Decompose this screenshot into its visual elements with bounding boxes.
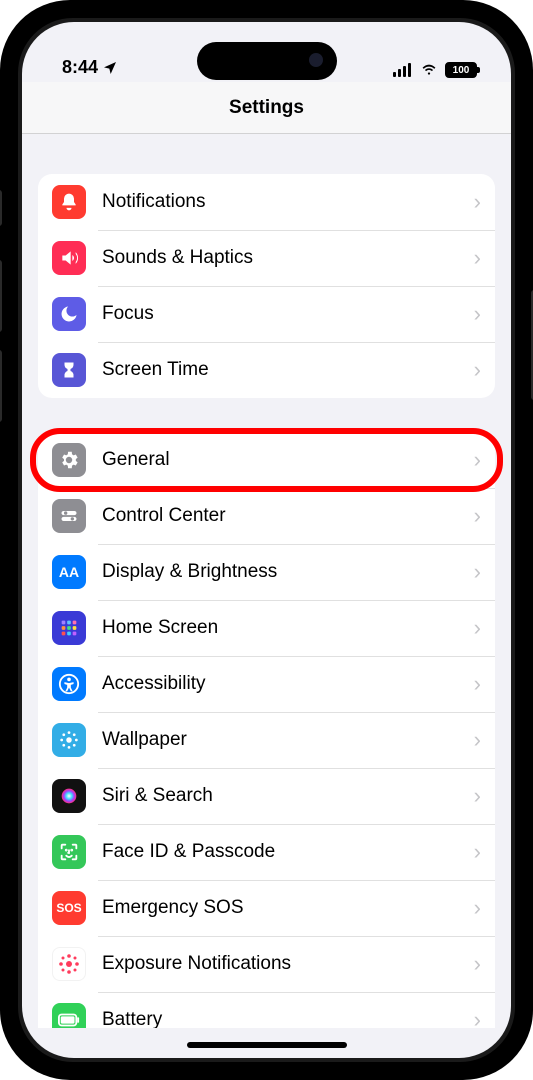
volume-down-button — [0, 350, 2, 422]
sos-icon: SOS — [52, 891, 86, 925]
settings-section: General › Control Center › AA Display & … — [38, 432, 495, 1028]
row-accessibility[interactable]: Accessibility › — [38, 656, 495, 712]
row-label: General — [102, 449, 468, 471]
row-label: Control Center — [102, 505, 468, 527]
exposure-icon — [52, 947, 86, 981]
chevron-right-icon: › — [474, 357, 481, 383]
screen: 8:44 — [22, 22, 511, 1058]
row-exposure-notifications[interactable]: Exposure Notifications › — [38, 936, 495, 992]
row-general[interactable]: General › — [38, 432, 495, 488]
row-label: Notifications — [102, 191, 468, 213]
row-label: Sounds & Haptics — [102, 247, 468, 269]
notifications-icon — [52, 185, 86, 219]
chevron-right-icon: › — [474, 503, 481, 529]
chevron-right-icon: › — [474, 615, 481, 641]
chevron-right-icon: › — [474, 839, 481, 865]
row-label: Siri & Search — [102, 785, 468, 807]
phone-frame: 8:44 — [0, 0, 533, 1080]
focus-icon — [52, 297, 86, 331]
row-face-id-passcode[interactable]: Face ID & Passcode › — [38, 824, 495, 880]
wallpaper-icon — [52, 723, 86, 757]
screen-time-icon — [52, 353, 86, 387]
chevron-right-icon: › — [474, 1007, 481, 1028]
siri-icon — [52, 779, 86, 813]
row-label: Screen Time — [102, 359, 468, 381]
chevron-right-icon: › — [474, 783, 481, 809]
row-label: Wallpaper — [102, 729, 468, 751]
display-icon: AA — [52, 555, 86, 589]
chevron-right-icon: › — [474, 559, 481, 585]
battery-icon: 100 — [445, 62, 477, 78]
location-icon — [102, 60, 118, 76]
battery-level: 100 — [453, 65, 470, 76]
row-label: Display & Brightness — [102, 561, 468, 583]
row-battery[interactable]: Battery › — [38, 992, 495, 1028]
general-icon — [52, 443, 86, 477]
chevron-right-icon: › — [474, 671, 481, 697]
face-id-icon — [52, 835, 86, 869]
page-title: Settings — [229, 97, 304, 119]
home-screen-icon — [52, 611, 86, 645]
chevron-right-icon: › — [474, 447, 481, 473]
settings-list[interactable]: Notifications › Sounds & Haptics › — [22, 134, 511, 1028]
mute-switch — [0, 190, 2, 226]
chevron-right-icon: › — [474, 189, 481, 215]
row-emergency-sos[interactable]: SOS Emergency SOS › — [38, 880, 495, 936]
row-sounds-haptics[interactable]: Sounds & Haptics › — [38, 230, 495, 286]
accessibility-icon — [52, 667, 86, 701]
row-label: Face ID & Passcode — [102, 841, 468, 863]
nav-header: Settings — [22, 82, 511, 134]
chevron-right-icon: › — [474, 727, 481, 753]
row-label: Accessibility — [102, 673, 468, 695]
battery-row-icon — [52, 1003, 86, 1028]
chevron-right-icon: › — [474, 301, 481, 327]
row-label: Exposure Notifications — [102, 953, 468, 975]
row-siri-search[interactable]: Siri & Search › — [38, 768, 495, 824]
sounds-icon — [52, 241, 86, 275]
row-control-center[interactable]: Control Center › — [38, 488, 495, 544]
row-label: Battery — [102, 1009, 468, 1028]
chevron-right-icon: › — [474, 245, 481, 271]
row-screen-time[interactable]: Screen Time › — [38, 342, 495, 398]
cellular-icon — [393, 63, 413, 77]
status-time: 8:44 — [62, 57, 98, 78]
volume-up-button — [0, 260, 2, 332]
dynamic-island — [197, 42, 337, 80]
wifi-icon — [419, 63, 439, 77]
row-label: Focus — [102, 303, 468, 325]
row-focus[interactable]: Focus › — [38, 286, 495, 342]
row-home-screen[interactable]: Home Screen › — [38, 600, 495, 656]
chevron-right-icon: › — [474, 951, 481, 977]
home-indicator[interactable] — [187, 1042, 347, 1048]
row-label: Home Screen — [102, 617, 468, 639]
chevron-right-icon: › — [474, 895, 481, 921]
row-wallpaper[interactable]: Wallpaper › — [38, 712, 495, 768]
row-notifications[interactable]: Notifications › — [38, 174, 495, 230]
row-label: Emergency SOS — [102, 897, 468, 919]
row-display-brightness[interactable]: AA Display & Brightness › — [38, 544, 495, 600]
settings-section: Notifications › Sounds & Haptics › — [38, 174, 495, 398]
control-center-icon — [52, 499, 86, 533]
